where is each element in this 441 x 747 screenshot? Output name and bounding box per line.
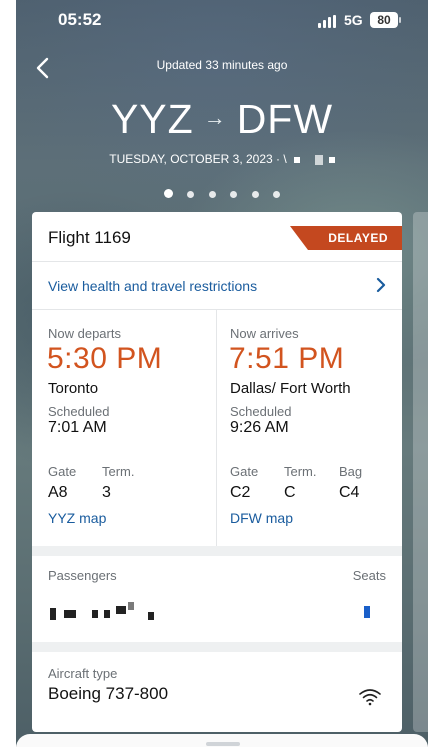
departure-city: Toronto [48,380,99,397]
page-dot[interactable] [230,191,238,198]
arrival-column: Now arrives 7:51 PM Dallas/ Fort Worth S… [217,310,402,546]
wifi-icon [359,689,381,706]
flight-card-header: Flight 1169 DELAYED [32,212,402,262]
departure-gate: A8 [48,484,68,501]
restrictions-link-row[interactable]: View health and travel restrictions [32,262,402,310]
aircraft-type: Boeing 737-800 [48,684,169,703]
passengers-label: Passengers [48,568,117,583]
route-arrow-icon: → [203,105,227,130]
signal-icon [318,15,338,28]
flight-times: Now departs 5:30 PM Toronto Scheduled 7:… [32,310,402,546]
arrival-time: 7:51 PM [229,342,345,375]
route-heading: YYZ → DFW [16,96,428,143]
bag-label: Bag [339,464,363,479]
arrives-label: Now arrives [230,326,299,341]
sheet-handle[interactable] [206,742,240,746]
flight-number: Flight 1169 [48,228,131,247]
page-dot[interactable] [163,189,173,198]
destination-code: DFW [236,96,334,142]
redacted-block [328,156,335,163]
arrival-gate-label: Gate [230,464,259,479]
flight-card: Flight 1169 DELAYED View health and trav… [32,212,402,732]
departure-scheduled-label: Scheduled [48,404,110,419]
redacted-seat [364,606,370,618]
arrival-gate: C2 [230,484,251,501]
aircraft-section: Aircraft type Boeing 737-800 [32,652,402,722]
arrival-city: Dallas/ Fort Worth [230,380,351,397]
departure-gate-label: Gate [48,464,77,479]
aircraft-label: Aircraft type [48,666,118,681]
departure-term-label: Term. [102,464,135,479]
departure-time: 5:30 PM [47,342,163,375]
status-badge: DELAYED [290,226,402,250]
restrictions-link[interactable]: View health and travel restrictions [48,278,257,294]
page-dot[interactable] [208,191,216,198]
status-time: 05:52 [58,10,102,29]
departure-terminal: 3 [102,484,111,501]
page-dot[interactable] [187,191,195,198]
flight-date: TUESDAY, OCTOBER 3, 2023 · \ [16,152,428,166]
origin-code: YYZ [110,96,194,142]
arrival-scheduled-label: Scheduled [230,404,292,419]
origin-map-link[interactable]: YYZ map [48,510,106,526]
page-dot[interactable] [251,191,259,198]
flight-status-screen: 05:52 5G 80 Updated 33 minutes ago YYZ → D… [16,0,428,747]
arrival-terminal: C [284,484,296,501]
redacted-block [315,154,324,165]
updated-timestamp: Updated 33 minutes ago [156,58,288,72]
departure-scheduled-time: 7:01 AM [48,419,107,436]
section-divider [32,642,402,652]
page-indicator[interactable] [16,185,428,203]
arrival-term-label: Term. [284,464,317,479]
bottom-sheet[interactable] [16,734,428,747]
section-divider [32,546,402,556]
network-label: 5G [344,12,363,28]
redacted-passenger-name [50,602,180,620]
flight-date-text: TUESDAY, OCTOBER 3, 2023 · \ [109,152,287,166]
page-dot[interactable] [273,191,281,198]
destination-map-link[interactable]: DFW map [230,510,293,526]
departure-column: Now departs 5:30 PM Toronto Scheduled 7:… [32,310,217,546]
redacted-block [294,156,301,163]
passengers-section[interactable]: Passengers Seats [32,556,402,642]
bag-claim: C4 [339,484,360,501]
chevron-right-icon [376,277,386,293]
next-flight-card-peek[interactable] [413,212,428,732]
status-bar: 05:52 5G 80 [16,10,428,32]
departs-label: Now departs [48,326,121,341]
arrival-scheduled-time: 9:26 AM [230,419,289,436]
seats-label: Seats [352,568,386,583]
battery-icon: 80 [370,12,401,28]
